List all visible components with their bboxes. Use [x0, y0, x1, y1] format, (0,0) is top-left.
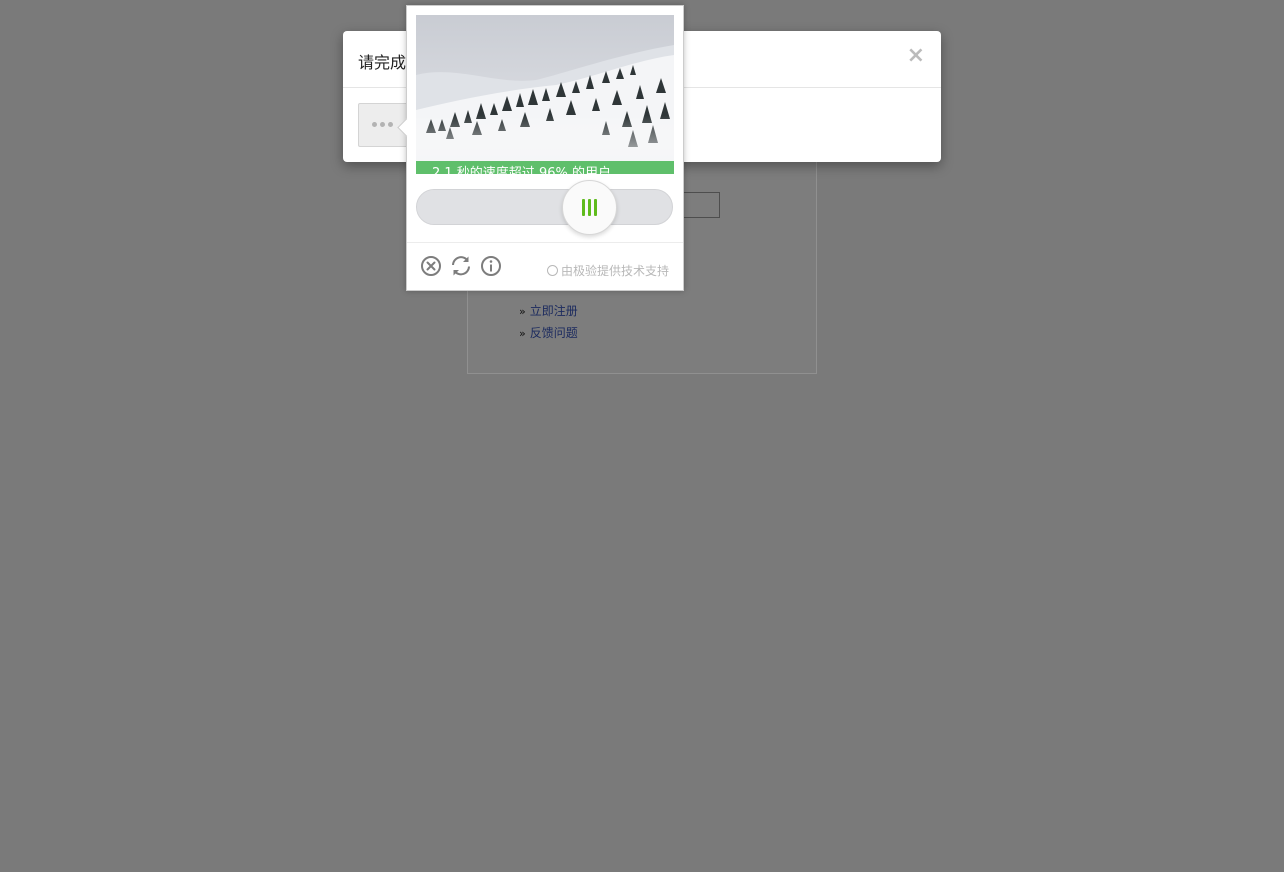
- captcha-image: 2.1 秒的速度超过 96% 的用户: [416, 15, 674, 174]
- register-link[interactable]: 立即注册: [530, 304, 578, 318]
- success-message: 2.1 秒的速度超过 96% 的用户: [416, 161, 674, 174]
- captcha-popup: 2.1 秒的速度超过 96% 的用户 由极验提供技术支持: [397, 5, 684, 291]
- feedback-link-row: » 反馈问题: [519, 326, 578, 341]
- feedback-link[interactable]: 反馈问题: [530, 326, 578, 340]
- captcha-footer: 由极验提供技术支持: [407, 242, 683, 291]
- drag-handle-icon: [582, 199, 598, 216]
- chevron-icon: »: [519, 305, 526, 318]
- register-link-row: » 立即注册: [519, 304, 578, 319]
- slider-fill: [417, 190, 570, 224]
- geetest-logo-icon: [546, 265, 558, 276]
- close-circle-icon[interactable]: [419, 254, 443, 278]
- modal-title: 请完成: [358, 53, 407, 72]
- close-icon[interactable]: ×: [907, 45, 925, 67]
- powered-by-label: 由极验提供技术支持: [560, 264, 669, 278]
- loading-dots-icon: [372, 122, 396, 127]
- password-field[interactable]: [678, 192, 720, 218]
- slider-knob[interactable]: [562, 180, 617, 235]
- powered-by-text[interactable]: 由极验提供技术支持: [546, 262, 669, 279]
- slider-track[interactable]: [416, 189, 673, 225]
- refresh-icon[interactable]: [449, 254, 473, 278]
- snowy-mountain-image: [416, 15, 674, 174]
- info-icon[interactable]: [479, 254, 503, 278]
- chevron-icon: »: [519, 327, 526, 340]
